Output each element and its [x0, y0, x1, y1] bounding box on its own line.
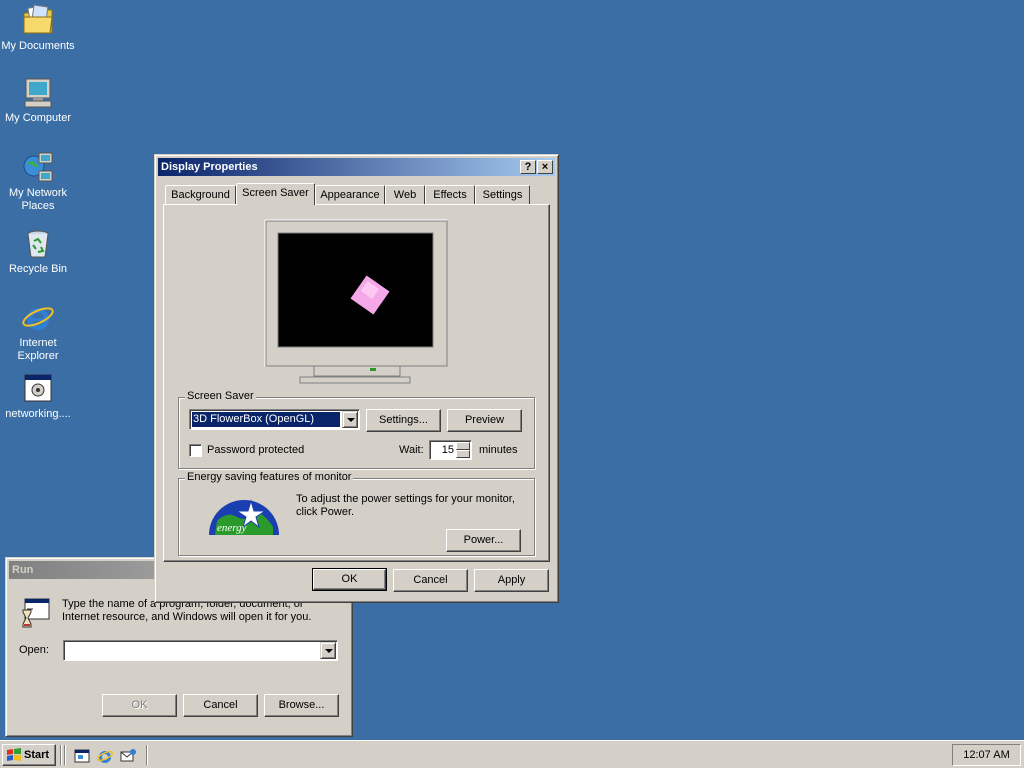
energy-group-label: Energy saving features of monitor [185, 471, 354, 483]
display-properties-titlebar[interactable]: Display Properties ? × [158, 158, 555, 176]
start-button[interactable]: Start [2, 744, 56, 766]
run-program-icon [22, 598, 50, 628]
help-button[interactable]: ? [520, 160, 536, 174]
ok-button[interactable]: OK [312, 568, 387, 591]
open-label: Open: [19, 644, 49, 656]
open-combobox[interactable] [63, 640, 338, 661]
screen-saver-dropdown-arrow[interactable] [342, 411, 358, 428]
screen-saver-selected-value: 3D FlowerBox (OpenGL) [191, 411, 341, 428]
run-cancel-button[interactable]: Cancel [183, 694, 258, 717]
desktop-icon-my-computer[interactable]: My Computer [0, 76, 76, 125]
wait-spinner[interactable]: 15 [429, 440, 472, 460]
desktop-icon-my-documents[interactable]: My Documents [0, 4, 76, 53]
tab-strip: Background Screen Saver Appearance Web E… [163, 183, 549, 205]
desktop-icon-label-line1: Internet [19, 337, 57, 349]
my-documents-icon [23, 4, 53, 34]
recycle-bin-icon [27, 230, 49, 258]
monitor-preview [264, 219, 448, 384]
preview-button[interactable]: Preview [447, 409, 522, 432]
tab-settings[interactable]: Settings [475, 185, 530, 204]
screen-saver-group-label: Screen Saver [185, 390, 256, 402]
run-browse-button[interactable]: Browse... [264, 694, 339, 717]
display-properties-title: Display Properties [161, 161, 258, 173]
power-button[interactable]: Power... [446, 529, 521, 552]
energy-group: Energy saving features of monitor energy… [178, 471, 535, 556]
wait-label: Wait: [399, 444, 424, 456]
energy-text: To adjust the power settings for your mo… [296, 493, 515, 518]
taskbar: Start 12:07 AM [0, 740, 1024, 768]
tab-screen-saver[interactable]: Screen Saver [236, 183, 315, 205]
spinner-up-arrow[interactable] [456, 442, 470, 450]
desktop-icon-label-line2: Explorer [17, 350, 59, 362]
tab-effects[interactable]: Effects [425, 185, 475, 204]
settings-button[interactable]: Settings... [366, 409, 441, 432]
screen-saver-group: Screen Saver 3D FlowerBox (OpenGL) Setti… [178, 390, 535, 469]
tab-page: Screen Saver 3D FlowerBox (OpenGL) Setti… [163, 204, 550, 562]
desktop-icon-label: My Documents [1, 40, 75, 52]
clock[interactable]: 12:07 AM [963, 749, 1009, 761]
taskbar-separator [64, 745, 66, 765]
system-tray: 12:07 AM [952, 744, 1021, 766]
spinner-down-arrow[interactable] [456, 450, 470, 458]
close-icon: × [541, 161, 549, 173]
taskbar-separator [146, 745, 148, 765]
password-checkbox[interactable] [189, 444, 202, 457]
password-protected-label: Password protected [207, 444, 305, 456]
taskbar-separator [60, 745, 62, 765]
minutes-label: minutes [479, 444, 518, 456]
close-button[interactable]: × [537, 160, 553, 174]
my-network-places-icon [23, 152, 53, 182]
internet-explorer-icon [22, 307, 54, 330]
cancel-button[interactable]: Cancel [393, 569, 468, 592]
run-ok-button[interactable]: OK [102, 694, 177, 717]
screen-saver-select[interactable]: 3D FlowerBox (OpenGL) [189, 409, 360, 430]
run-title: Run [12, 564, 34, 576]
energy-star-logo: energy [209, 499, 279, 535]
show-desktop-icon[interactable] [73, 747, 91, 765]
open-dropdown-arrow[interactable] [320, 642, 336, 659]
desktop-icon-label: Recycle Bin [8, 263, 68, 275]
desktop-icon-label: My Computer [4, 112, 72, 124]
display-properties-dialog: Display Properties ? × Background Screen… [154, 154, 559, 603]
desktop-icon-recycle-bin[interactable]: Recycle Bin [0, 227, 76, 276]
tab-background[interactable]: Background [165, 185, 236, 204]
run-description-line2: Internet resource, and Windows will open… [62, 611, 312, 623]
desktop-icon-label: networking.... [5, 408, 71, 420]
start-label: Start [24, 749, 50, 761]
wait-value[interactable]: 15 [442, 444, 454, 456]
tab-appearance[interactable]: Appearance [315, 185, 385, 204]
desktop-icon-internet-explorer[interactable]: Internet Explorer [0, 301, 76, 363]
desktop-icon-label-line1: My Network [8, 187, 68, 199]
desktop-icon-my-network-places[interactable]: My Network Places [0, 151, 76, 213]
tab-web[interactable]: Web [385, 185, 425, 204]
internet-explorer-icon[interactable] [96, 747, 114, 765]
networking-shortcut-icon [24, 374, 52, 402]
monitor-screen [277, 232, 434, 348]
apply-button[interactable]: Apply [474, 569, 549, 592]
energy-logo-text: energy [217, 522, 247, 534]
desktop-icon-networking[interactable]: networking.... [0, 372, 76, 421]
windows-logo-icon [7, 748, 21, 761]
desktop-icon-label-line2: Places [21, 200, 55, 212]
outlook-express-icon[interactable] [119, 747, 137, 765]
my-computer-icon [24, 78, 52, 108]
